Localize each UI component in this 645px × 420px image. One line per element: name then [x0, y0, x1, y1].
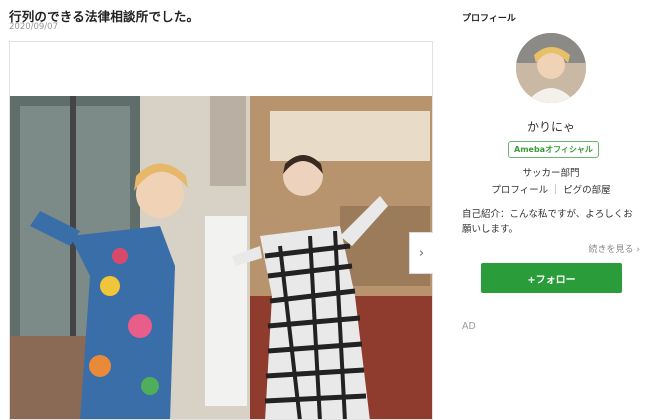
chevron-right-icon: › — [636, 245, 640, 255]
read-more-label: 続きを見る — [588, 245, 634, 255]
ad-label: AD — [462, 321, 476, 332]
read-more-link[interactable]: 続きを見る › — [589, 242, 641, 255]
official-badge: Amebaオフィシャル — [508, 141, 599, 158]
post-date: 2020/09/07 — [9, 22, 58, 32]
photo-card — [9, 41, 433, 420]
profile-links: プロフィール ピグの部屋 — [462, 182, 640, 196]
avatar[interactable] — [516, 33, 586, 103]
profile-intro: 自己紹介：こんな私ですが、よろしくお願いします。 — [462, 209, 633, 235]
profile-link[interactable]: プロフィール — [491, 185, 548, 196]
profile-subtitle: サッカー部門 — [522, 168, 580, 179]
profile-name[interactable]: かりにゃ — [462, 118, 640, 135]
profile-sidebar: プロフィール かりにゃ Amebaオフィシャル サッカー部門 プロフィールピグの… — [462, 0, 645, 420]
sidebar-heading: プロフィール — [462, 14, 516, 24]
follow-button[interactable]: +フォロー — [481, 263, 622, 293]
pigg-room-link[interactable]: ピグの部屋 — [563, 185, 611, 196]
link-divider — [555, 184, 557, 194]
next-photo-button[interactable]: › — [409, 232, 433, 274]
post-photo[interactable] — [10, 96, 432, 419]
chevron-right-icon: › — [418, 245, 425, 261]
